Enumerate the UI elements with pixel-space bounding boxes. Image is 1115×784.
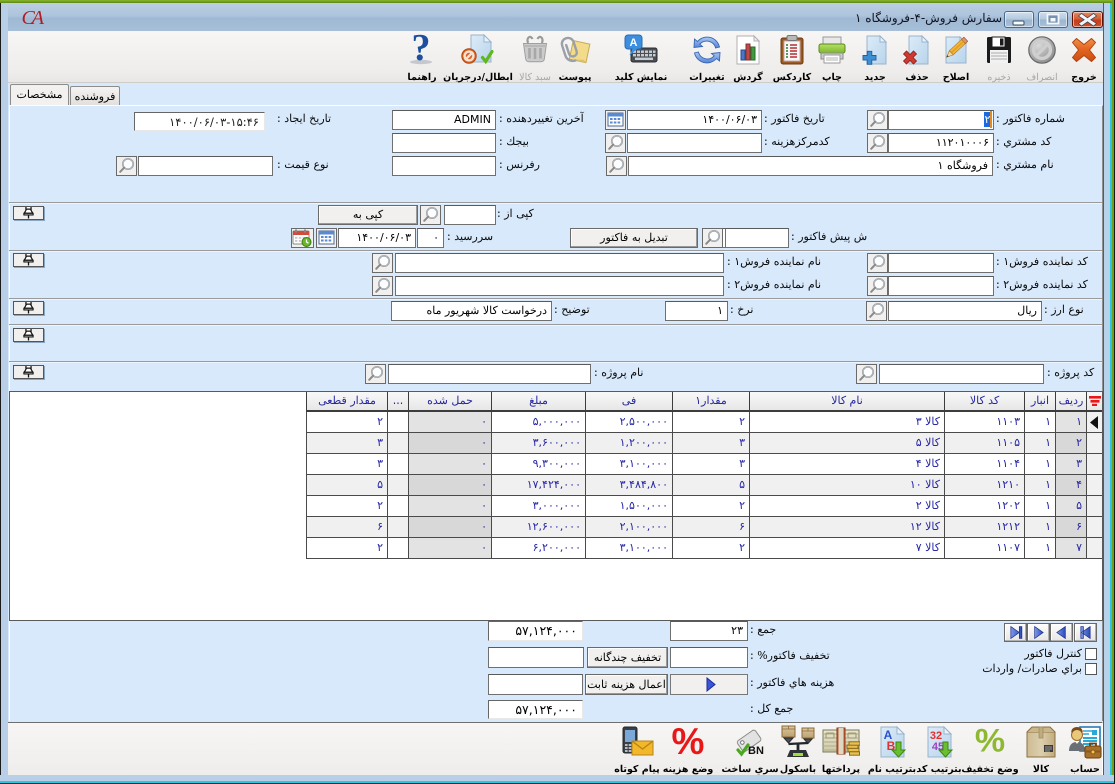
- svg-text:A: A: [630, 37, 638, 49]
- svg-text:BN: BN: [748, 745, 764, 757]
- svg-text:?: ?: [412, 34, 431, 66]
